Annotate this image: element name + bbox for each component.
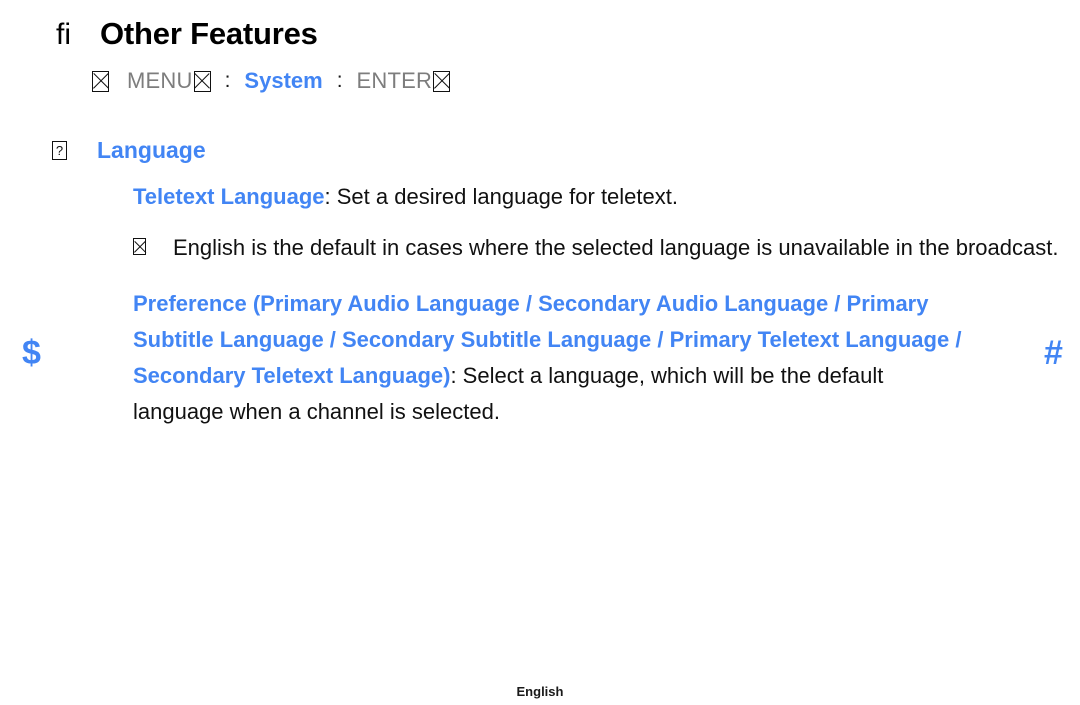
footer-language-label: English: [516, 684, 564, 699]
menu-separator-1: :: [224, 69, 231, 92]
page-title: Other Features: [100, 16, 318, 51]
previous-page-marker[interactable]: $: [22, 336, 41, 370]
menu-button-box-icon: [193, 70, 211, 92]
setting-term: Teletext Language: [133, 184, 325, 209]
note-text: English is the default in cases where th…: [173, 235, 1059, 260]
menu-button-label: MENU: [127, 68, 211, 94]
enter-button-text: ENTER: [356, 68, 433, 93]
menu-item-system[interactable]: System: [244, 68, 322, 94]
question-box-icon: ?: [52, 141, 67, 160]
menu-path-breadcrumb: MENU : System : ENTER: [92, 68, 451, 94]
setting-preference-language: Preference (Primary Audio Language / Sec…: [133, 286, 968, 430]
menu-lead-box-icon: [92, 70, 109, 92]
section-title: Language: [97, 137, 206, 163]
setting-description: : Set a desired language for teletext.: [324, 184, 678, 209]
ligature-glyph-icon: fi: [56, 18, 71, 51]
enter-button-label: ENTER: [357, 68, 451, 94]
setting-teletext-language: Teletext Language: Set a desired languag…: [133, 182, 1063, 212]
note-bullet-box-icon: [133, 238, 146, 255]
menu-separator-2: :: [336, 69, 343, 92]
next-page-marker[interactable]: #: [1044, 336, 1063, 370]
content-body: Teletext Language: Set a desired languag…: [133, 182, 1063, 430]
menu-button-text: MENU: [127, 68, 193, 93]
section-header-language: ? Language: [52, 137, 206, 164]
enter-button-box-icon: [433, 70, 451, 92]
note-item: English is the default in cases where th…: [133, 230, 1080, 265]
page-header: fi Other Features: [56, 16, 318, 52]
